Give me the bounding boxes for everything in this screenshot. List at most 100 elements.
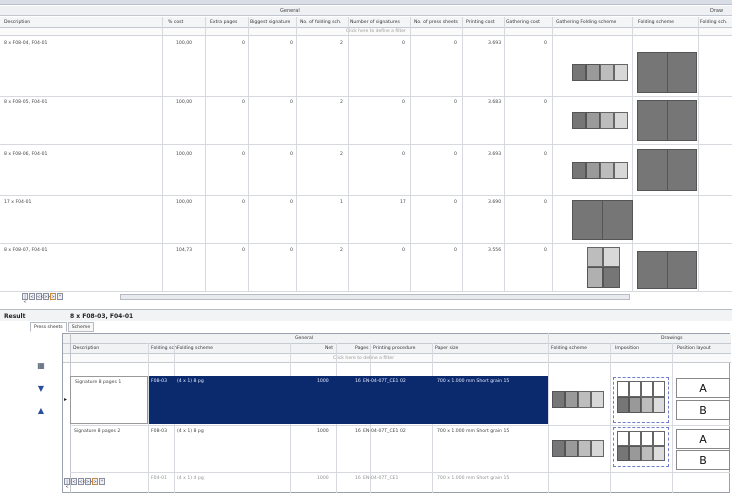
filter-row[interactable]: Click here to define a filter [0, 28, 732, 36]
col-folding-sch[interactable]: Folding sch. [700, 20, 727, 25]
row-biggest: 0 [290, 41, 293, 46]
lcol-pages[interactable]: Pages [355, 346, 369, 351]
first-record-button[interactable]: |< [64, 478, 70, 489]
row-pages: 16 [355, 379, 361, 384]
group-general-label: General [295, 336, 314, 341]
col-press-sheets[interactable]: No. of press sheets [414, 20, 458, 25]
next-record-button[interactable]: > [92, 478, 98, 485]
lcol-imposition[interactable]: Imposition [615, 346, 639, 351]
row-folding-scheme: (4 x 1) 8 pg [177, 429, 204, 434]
row-description: 17 x F04-01 [4, 200, 32, 205]
lcol-draw-folding-scheme[interactable]: Folding scheme [551, 346, 587, 351]
current-row-marker: ▸ [64, 396, 68, 403]
row-press-sheets: 0 [454, 152, 457, 157]
position-layout-b: B [676, 450, 730, 470]
table-row[interactable]: Signature 8 pages 1 [70, 376, 148, 424]
lower-column-header: Description Folding sch. Folding scheme … [63, 344, 731, 354]
add-record-button[interactable]: * [99, 478, 105, 485]
row-signatures: 0 [402, 41, 405, 46]
lcol-net[interactable]: Net [325, 346, 333, 351]
row-biggest: 0 [290, 100, 293, 105]
row-biggest: 0 [290, 200, 293, 205]
row-printing-cost: 3.690 [488, 200, 502, 205]
row-cost: 100,00 [176, 41, 193, 46]
col-gathering-folding[interactable]: Gathering Folding scheme [556, 20, 616, 25]
col-folding-sch-count[interactable]: No. of folding sch. [300, 20, 341, 25]
row-extra: 0 [242, 100, 245, 105]
row-paper: 700 x 1.000 mm Short grain 15 [437, 476, 510, 481]
row-signatures: 0 [402, 152, 405, 157]
next-page-button[interactable]: >> [85, 478, 93, 485]
row-folding-count: 1 [340, 200, 343, 205]
row-pages: 16 [355, 429, 361, 434]
prev-record-button[interactable]: < [29, 293, 35, 300]
lower-filter-row[interactable]: Click here to define a filter [63, 354, 731, 363]
row-paper: 700 x 1.000 mm Short grain 15 [437, 379, 510, 384]
lcol-printing-procedure[interactable]: Printing procedure [373, 346, 415, 351]
row-description: 8 x F08-04, F04-01 [4, 41, 48, 46]
group-header-general: General [280, 8, 300, 14]
col-gathering-cost[interactable]: Gathering cost [506, 20, 540, 25]
lcol-folding-scheme[interactable]: Folding scheme [177, 346, 213, 351]
row-description: Signature 8 pages 2 [74, 429, 121, 434]
calculator-icon[interactable]: ▦ [37, 362, 45, 370]
col-number-signatures[interactable]: Number of signatures [350, 20, 400, 25]
horizontal-scrollbar[interactable] [120, 294, 630, 300]
row-net: 1000 [317, 476, 329, 481]
row-paper: 700 x 1.000 mm Short grain 15 [437, 429, 510, 434]
row-press-sheets: 0 [454, 41, 457, 46]
row-biggest: 0 [290, 152, 293, 157]
row-procedure: EN-04-07T_CE1 [363, 476, 399, 481]
row-description: Signature 8 pages 1 [75, 380, 122, 385]
first-record-button[interactable]: |< [22, 293, 28, 304]
position-layout-b: B [676, 400, 730, 420]
selected-row[interactable]: F08-03 (4 x 1) 8 pg 1000 16 EN-04-07T_CE… [149, 376, 548, 424]
lower-record-navigator[interactable]: |< < << >> > * [64, 478, 105, 489]
row-folding-sch: F04-01 [151, 476, 167, 481]
col-folding-scheme[interactable]: Folding scheme [638, 20, 674, 25]
imposition-icon [613, 427, 669, 467]
row-folding-scheme: (4 x 1) 4 pg [177, 476, 204, 481]
row-press-sheets: 0 [454, 248, 457, 253]
prev-page-button[interactable]: << [78, 478, 86, 485]
prev-record-button[interactable]: < [71, 478, 77, 485]
row-signatures: 0 [402, 248, 405, 253]
add-record-button[interactable]: * [57, 293, 63, 300]
row-extra: 0 [242, 152, 245, 157]
tab-press-sheets[interactable]: Press sheets [30, 322, 67, 332]
col-extra-pages[interactable]: Extra pages [210, 20, 237, 25]
group-header-drawings: Draw [710, 8, 724, 14]
row-description: 8 x F08-07, F04-01 [4, 248, 48, 253]
position-layout-a: A [676, 429, 730, 449]
row-signatures: 0 [402, 100, 405, 105]
row-printing-cost: 3.683 [488, 100, 502, 105]
col-description[interactable]: Description [4, 20, 30, 25]
filter-placeholder: Click here to define a filter [346, 29, 406, 34]
col-cost[interactable]: % cost [168, 20, 183, 25]
lcol-description[interactable]: Description [73, 346, 99, 351]
row-cost: 100,00 [176, 200, 193, 205]
col-biggest-signature[interactable]: Biggest signature [250, 20, 290, 25]
imposition-icon [613, 377, 669, 423]
group-header-row: General Draw [0, 6, 732, 16]
sort-icon[interactable]: ▼ [37, 385, 45, 393]
prev-page-button[interactable]: << [36, 293, 44, 300]
lcol-paper-size[interactable]: Paper size [435, 346, 458, 351]
column-header-row: Description % cost Extra pages Biggest s… [0, 17, 732, 28]
position-layout-a: A [676, 378, 730, 398]
record-navigator[interactable]: |< < << >> > * [22, 293, 63, 304]
tab-scheme[interactable]: Scheme [67, 322, 95, 332]
filter-icon[interactable]: ▲ [37, 407, 45, 415]
next-record-button[interactable]: > [50, 293, 56, 300]
row-extra: 0 [242, 41, 245, 46]
row-folding-scheme: (4 x 1) 8 pg [177, 379, 204, 384]
row-pages: 16 [355, 476, 361, 481]
row-extra: 0 [242, 248, 245, 253]
next-page-button[interactable]: >> [43, 293, 51, 300]
lcol-position-layout[interactable]: Position layout [677, 346, 711, 351]
col-printing-cost[interactable]: Printing cost [466, 20, 495, 25]
row-gathering-cost: 0 [544, 100, 547, 105]
row-printing-cost: 3.556 [488, 248, 502, 253]
row-printing-cost: 3.693 [488, 152, 502, 157]
row-procedure: EN-04-07T_CE1 02 [363, 379, 406, 384]
